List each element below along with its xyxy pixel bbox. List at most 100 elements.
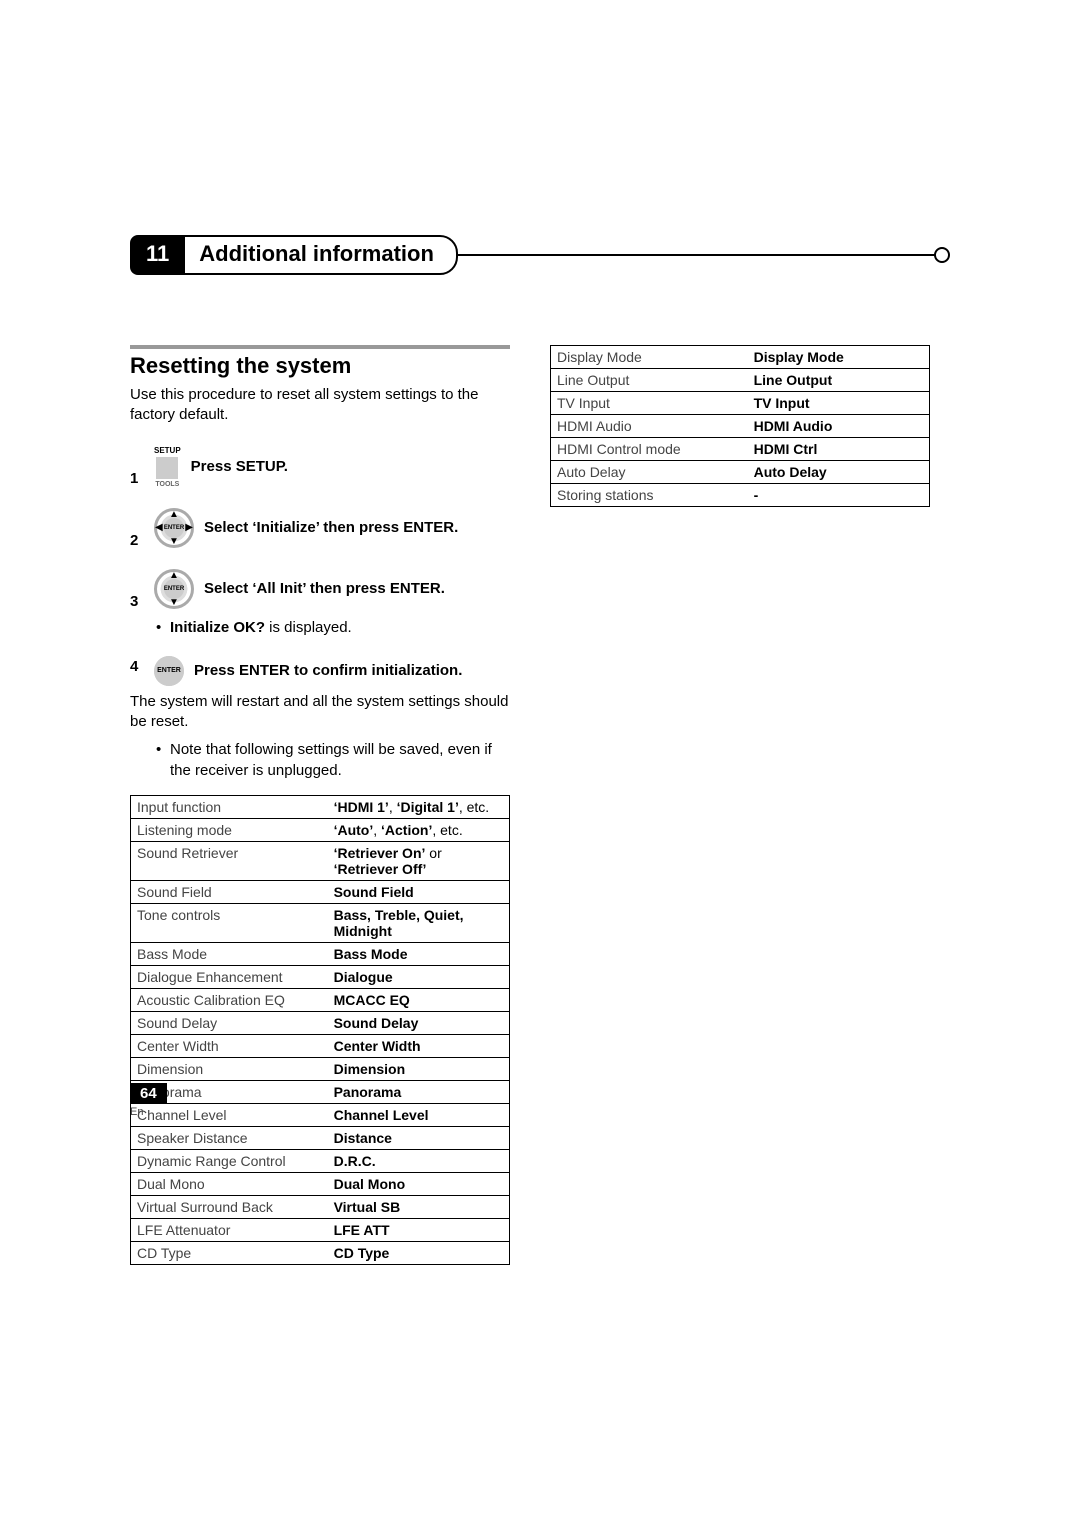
chapter-header: 11 Additional information (130, 235, 950, 275)
setting-value: Bass, Treble, Quiet, Midnight (328, 903, 510, 942)
table-row: Bass ModeBass Mode (131, 942, 510, 965)
step-text: Press SETUP. (191, 458, 288, 475)
setting-value: Sound Delay (328, 1011, 510, 1034)
step-3-bullet: • Initialize OK? is displayed. (156, 618, 510, 638)
setting-value: Sound Field (328, 880, 510, 903)
setting-value: Panorama (328, 1080, 510, 1103)
table-row: Speaker DistanceDistance (131, 1126, 510, 1149)
enter-dpad-icon: ▲▼ ENTER (154, 569, 194, 609)
setting-name: Virtual Surround Back (131, 1195, 328, 1218)
setting-value: Channel Level (328, 1103, 510, 1126)
setting-value: Center Width (328, 1034, 510, 1057)
setting-value: Dimension (328, 1057, 510, 1080)
section-rule (130, 345, 510, 349)
setting-name: Display Mode (551, 346, 748, 369)
table-row: Line OutputLine Output (551, 369, 930, 392)
table-row: Listening mode‘Auto’, ‘Action’, etc. (131, 818, 510, 841)
table-row: HDMI AudioHDMI Audio (551, 415, 930, 438)
setting-value: D.R.C. (328, 1149, 510, 1172)
setting-value: ‘HDMI 1’, ‘Digital 1’, etc. (328, 795, 510, 818)
step-1: 1 SETUP TOOLS Press SETUP. (130, 446, 510, 488)
table-row: Input function‘HDMI 1’, ‘Digital 1’, etc… (131, 795, 510, 818)
table-row: DimensionDimension (131, 1057, 510, 1080)
setup-button-icon: SETUP TOOLS (154, 446, 181, 488)
setting-value: HDMI Ctrl (748, 438, 930, 461)
step-2: 2 ▲▼ ◀▶ ENTER Select ‘Initialize’ then p… (130, 508, 510, 549)
enter-icon-label: ENTER (164, 579, 184, 599)
setting-name: Line Output (551, 369, 748, 392)
table-row: Dual MonoDual Mono (131, 1172, 510, 1195)
setting-name: LFE Attenuator (131, 1218, 328, 1241)
setting-value: Dialogue (328, 965, 510, 988)
setting-name: Speaker Distance (131, 1126, 328, 1149)
step-number: 2 (130, 508, 154, 549)
setting-name: Dialogue Enhancement (131, 965, 328, 988)
setting-name: Auto Delay (551, 461, 748, 484)
setting-value: - (748, 484, 930, 507)
setting-name: Bass Mode (131, 942, 328, 965)
table-row: Sound FieldSound Field (131, 880, 510, 903)
setting-name: Dynamic Range Control (131, 1149, 328, 1172)
setting-value: Virtual SB (328, 1195, 510, 1218)
setting-value: Line Output (748, 369, 930, 392)
note-text: Note that following settings will be sav… (170, 740, 510, 781)
setting-name: TV Input (551, 392, 748, 415)
enter-dpad-icon: ▲▼ ◀▶ ENTER (154, 508, 194, 548)
setup-icon-label-bottom: TOOLS (155, 481, 179, 488)
table-row: Tone controlsBass, Treble, Quiet, Midnig… (131, 903, 510, 942)
chapter-title: Additional information (183, 235, 458, 275)
table-row: PanoramaPanorama (131, 1080, 510, 1103)
table-row: Channel LevelChannel Level (131, 1103, 510, 1126)
step-text: Select ‘Initialize’ then press ENTER. (204, 519, 458, 536)
table-row: Storing stations- (551, 484, 930, 507)
setting-value: LFE ATT (328, 1218, 510, 1241)
setting-name: Sound Delay (131, 1011, 328, 1034)
setting-value: Display Mode (748, 346, 930, 369)
setting-value: Bass Mode (328, 942, 510, 965)
table-row: Display ModeDisplay Mode (551, 346, 930, 369)
setting-name: Dual Mono (131, 1172, 328, 1195)
table-row: LFE AttenuatorLFE ATT (131, 1218, 510, 1241)
setting-name: Storing stations (551, 484, 748, 507)
table-row: Virtual Surround BackVirtual SB (131, 1195, 510, 1218)
step-4-note: • Note that following settings will be s… (156, 740, 510, 781)
enter-icon-label: ENTER (164, 518, 184, 538)
saved-settings-table-2: Display ModeDisplay ModeLine OutputLine … (550, 345, 930, 507)
bullet-bold: Initialize OK? (170, 619, 265, 636)
setting-name: Dimension (131, 1057, 328, 1080)
chapter-number: 11 (130, 235, 185, 275)
setup-icon-label-top: SETUP (154, 446, 181, 455)
chapter-rule-cap (934, 247, 950, 263)
setting-name: Sound Retriever (131, 841, 328, 880)
setting-value: TV Input (748, 392, 930, 415)
page-footer: 64 En (130, 1083, 167, 1118)
table-row: TV InputTV Input (551, 392, 930, 415)
table-row: Auto DelayAuto Delay (551, 461, 930, 484)
setting-name: CD Type (131, 1241, 328, 1264)
chapter-rule (456, 254, 936, 256)
step-text: Select ‘All Init’ then press ENTER. (204, 580, 445, 597)
setting-name: HDMI Audio (551, 415, 748, 438)
table-row: HDMI Control modeHDMI Ctrl (551, 438, 930, 461)
table-row: Sound DelaySound Delay (131, 1011, 510, 1034)
step-number: 3 (130, 569, 154, 610)
setting-value: Distance (328, 1126, 510, 1149)
step-4-after: The system will restart and all the syst… (130, 692, 510, 733)
setting-value: HDMI Audio (748, 415, 930, 438)
setting-name: HDMI Control mode (551, 438, 748, 461)
setting-value: Auto Delay (748, 461, 930, 484)
setting-name: Tone controls (131, 903, 328, 942)
setting-name: Acoustic Calibration EQ (131, 988, 328, 1011)
page-number: 64 (130, 1083, 167, 1104)
step-text: Press ENTER to confirm initialization. (194, 662, 462, 679)
page-language: En (130, 1106, 167, 1118)
step-number: 1 (130, 446, 154, 487)
setting-name: Listening mode (131, 818, 328, 841)
bullet-rest: is displayed. (265, 619, 352, 636)
enter-button-icon: ENTER (154, 656, 184, 686)
table-row: Dynamic Range ControlD.R.C. (131, 1149, 510, 1172)
table-row: Sound Retriever‘Retriever On’ or ‘Retrie… (131, 841, 510, 880)
table-row: Dialogue EnhancementDialogue (131, 965, 510, 988)
setting-value: Dual Mono (328, 1172, 510, 1195)
table-row: CD TypeCD Type (131, 1241, 510, 1264)
